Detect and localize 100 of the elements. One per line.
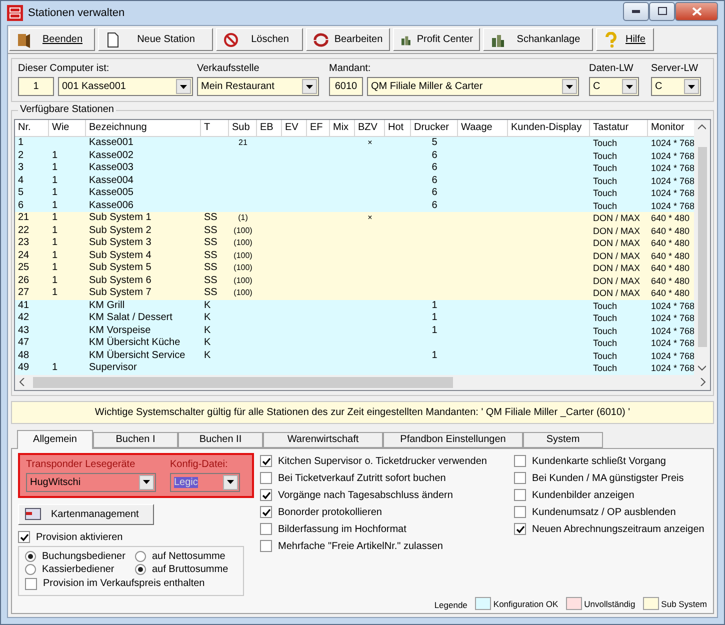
check-icon — [516, 524, 524, 534]
table-cell-text: KM Salat / Dessert — [88, 312, 174, 324]
close-button[interactable] — [675, 2, 718, 20]
toolbar-button[interactable]: Hilfe — [596, 28, 654, 51]
document-icon — [105, 32, 121, 48]
minimize-button[interactable] — [623, 2, 649, 20]
field-label: Daten-LW — [589, 63, 634, 74]
check-icon — [20, 532, 28, 542]
toolbar-button[interactable]: Löschen — [216, 28, 303, 51]
table-row[interactable]: 26 1 Sub System 6 SS (100) DON / MAX 640 * 480 — [15, 274, 694, 287]
checkbox-label: Kundenkarte schließt Vorgang — [532, 456, 666, 466]
legend-label: Konfiguration OK — [493, 598, 558, 608]
toolbar-button[interactable]: Schankanlage — [483, 28, 593, 51]
table-row[interactable]: 43 KM Vorspeise K 1 Touch 1024 * 768 — [15, 324, 694, 337]
table-cell-text: SS — [203, 262, 218, 274]
config-dropdown[interactable]: Legic — [170, 472, 240, 492]
table-row[interactable]: 27 1 Sub System 7 SS (100) DON / MAX 640 * 480 — [15, 287, 694, 300]
checkbox[interactable] — [18, 531, 30, 543]
toolbar-button[interactable]: Beenden — [9, 28, 95, 51]
tab[interactable]: System — [523, 432, 603, 448]
checkbox-label: Bonorder protokollieren — [278, 506, 382, 518]
table-row[interactable]: 5 1 Kasse005 6 Touch 1024 * 768 — [15, 187, 694, 200]
computer-number-field[interactable]: 1 — [18, 77, 54, 96]
table-row[interactable]: 41 KM Grill K 1 Touch 1024 * 768 — [15, 300, 694, 312]
table-cell-text: 4 — [17, 174, 25, 187]
toolbar-button[interactable]: Neue Station — [98, 28, 213, 51]
checkbox[interactable] — [514, 506, 526, 518]
radio-button[interactable] — [135, 564, 146, 574]
radio-button[interactable] — [25, 564, 36, 574]
table-row[interactable]: 6 1 Kasse006 6 Touch 1024 * 768 — [15, 200, 694, 212]
verkaufsstelle-dropdown[interactable]: Mein Restaurant — [197, 77, 319, 96]
checkbox[interactable] — [514, 523, 526, 535]
checkbox[interactable] — [514, 489, 526, 501]
radio-label: Kassierbediener — [42, 564, 114, 574]
table-row[interactable]: 2 1 Kasse002 6 Touch 1024 * 768 — [15, 150, 694, 162]
toolbar-button[interactable]: Bearbeiten — [306, 28, 390, 51]
card-management-button[interactable]: Kartenmanagement — [18, 504, 154, 524]
checkbox[interactable] — [25, 578, 37, 590]
table-row[interactable]: 1 Kasse001 21 × 5 Touch 1024 * 768 — [15, 137, 694, 150]
field-label: Server-LW — [651, 63, 700, 74]
table-cell-text: 6 — [430, 187, 438, 200]
table-cell-text: Touch — [592, 324, 618, 337]
table-cell-text: 1024 * 768 — [650, 350, 694, 362]
table-cell-text: Kasse003 — [88, 162, 134, 174]
tab[interactable]: Warenwirtschaft — [263, 432, 383, 448]
computer-dropdown[interactable]: 001 Kasse001 — [58, 77, 193, 96]
toolbar-button[interactable]: Profit Center — [393, 28, 480, 51]
table-cell-text: 48 — [17, 350, 30, 362]
table-cell-text: 640 * 480 — [650, 262, 691, 274]
table-row[interactable]: 49 1 Supervisor Touch 1024 * 768 — [15, 362, 694, 374]
checkbox[interactable] — [260, 523, 272, 535]
radio-button[interactable] — [135, 550, 146, 562]
field-label: Konfig-Datei: — [170, 458, 229, 470]
checkbox[interactable] — [260, 506, 272, 518]
table-cell-text: 1024 * 768 — [650, 312, 694, 324]
table-cell-text: (100) — [232, 237, 254, 249]
radio-button[interactable] — [25, 550, 36, 562]
table-row[interactable]: 4 1 Kasse004 6 Touch 1024 * 768 — [15, 174, 694, 187]
reader-dropdown[interactable]: HugWitschi — [26, 472, 156, 492]
table-row[interactable]: 24 1 Sub System 4 SS (100) DON / MAX 640 * 480 — [15, 250, 694, 262]
table-cell-text: DON / MAX — [592, 212, 642, 224]
table-cell-text: 1 — [17, 137, 25, 150]
tab[interactable]: Allgemein — [17, 430, 93, 448]
table-cell-text: 26 — [17, 274, 30, 287]
table-row[interactable]: 47 KM Übersicht Küche K Touch 1024 * 768 — [15, 337, 694, 350]
tab[interactable]: Buchen I — [93, 432, 178, 448]
table-cell-text: Supervisor — [88, 362, 138, 374]
close-icon — [692, 6, 702, 16]
table-row[interactable]: 22 1 Sub System 2 SS (100) DON / MAX 640 * 480 — [15, 224, 694, 237]
checkbox[interactable] — [260, 455, 272, 467]
table-cell-text: KM Übersicht Service — [88, 350, 186, 362]
table-row[interactable]: 21 1 Sub System 1 SS (1) × DON / MAX 640 * 480 — [15, 212, 694, 224]
drive-dropdown[interactable]: C — [589, 77, 639, 96]
caret-icon — [306, 84, 313, 88]
table-row[interactable]: 23 1 Sub System 3 SS (100) DON / MAX 640 * 480 — [15, 237, 694, 250]
checkbox[interactable] — [514, 455, 526, 467]
tab[interactable]: Pfandbon Einstellungen — [383, 432, 523, 448]
horizontal-scrollbar[interactable] — [15, 374, 710, 390]
caret-icon — [143, 480, 150, 484]
legend-title: Legende — [434, 600, 468, 610]
checkbox[interactable] — [260, 472, 272, 484]
checkbox[interactable] — [260, 540, 272, 552]
table-row[interactable]: 3 1 Kasse003 6 Touch 1024 * 768 — [15, 162, 694, 174]
maximize-button[interactable] — [649, 2, 675, 20]
checkbox[interactable] — [260, 489, 272, 501]
tab[interactable]: Buchen II — [178, 432, 263, 448]
mandant-dropdown[interactable]: QM Filiale Miller & Carter — [367, 77, 579, 96]
table-cell-text: Touch — [592, 174, 618, 187]
drive-dropdown[interactable]: C — [651, 77, 701, 96]
table-row[interactable]: 25 1 Sub System 5 SS (100) DON / MAX 640 * 480 — [15, 262, 694, 274]
vertical-scrollbar[interactable] — [694, 120, 710, 374]
table-cell-text: Touch — [592, 312, 618, 324]
table-cell-text: Kasse006 — [88, 200, 134, 212]
checkbox[interactable] — [514, 472, 526, 484]
checkbox-label: Kundenumsatz / OP ausblenden — [532, 506, 676, 518]
table-cell-text: SS — [203, 287, 218, 300]
mandant-number-field[interactable]: 6010 — [329, 77, 363, 96]
table-row[interactable]: 42 KM Salat / Dessert K 1 Touch 1024 * 768 — [15, 312, 694, 324]
table-row[interactable]: 48 KM Übersicht Service K 1 Touch 1024 * 768 — [15, 350, 694, 362]
table-cell-text: Sub System 2 — [88, 224, 152, 237]
